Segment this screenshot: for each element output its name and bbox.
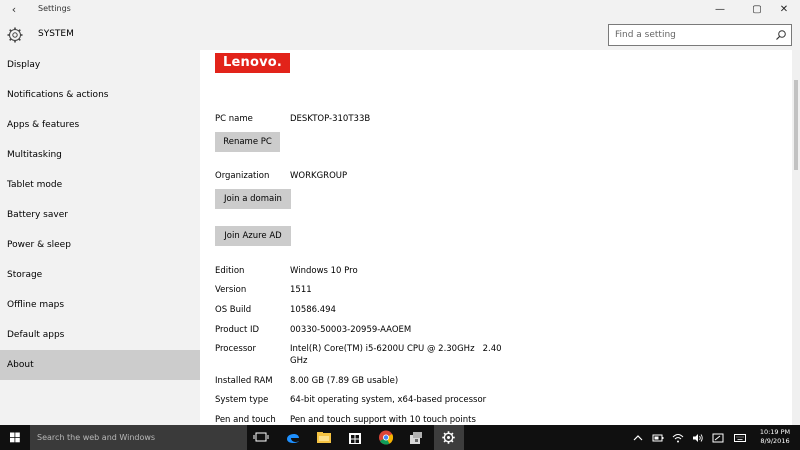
pc-name-label: PC name (215, 114, 253, 124)
join-domain-button[interactable]: Join a domain (215, 189, 291, 209)
product-id-value: 00330-50003-20959-AAOEM (290, 325, 412, 335)
section-title: SYSTEM (38, 29, 74, 39)
battery-icon[interactable] (652, 433, 664, 443)
clock-time: 10:19 PM (759, 428, 791, 436)
search-box[interactable] (608, 24, 792, 46)
app-installer-icon[interactable] (406, 428, 426, 447)
settings-taskbar-button[interactable] (434, 425, 464, 450)
sidebar-item-notifications[interactable]: Notifications & actions (0, 80, 200, 110)
os-build-value: 10586.494 (290, 305, 336, 315)
window-title: Settings (38, 4, 71, 13)
scrollbar-thumb[interactable] (794, 80, 798, 170)
sidebar-item-default-apps[interactable]: Default apps (0, 320, 200, 350)
sidebar-nav: Display Notifications & actions Apps & f… (0, 50, 200, 425)
pen-workspace-icon[interactable] (712, 433, 724, 443)
sidebar-item-power-sleep[interactable]: Power & sleep (0, 230, 200, 260)
sidebar-item-battery-saver[interactable]: Battery saver (0, 200, 200, 230)
organization-value: WORKGROUP (290, 171, 348, 181)
sidebar-item-about[interactable]: About (0, 350, 200, 380)
taskbar-clock[interactable]: 10:19 PM 8/9/2016 (752, 428, 798, 446)
windows-start-icon[interactable] (0, 425, 30, 450)
clock-date: 8/9/2016 (760, 437, 790, 445)
edition-label: Edition (215, 266, 245, 276)
taskbar-search[interactable]: Search the web and Windows (30, 425, 247, 450)
search-input[interactable] (609, 25, 769, 45)
chrome-icon[interactable] (376, 428, 396, 447)
installed-ram-label: Installed RAM (215, 376, 273, 386)
product-id-label: Product ID (215, 325, 260, 335)
sidebar-item-multitasking[interactable]: Multitasking (0, 140, 200, 170)
search-icon[interactable] (775, 29, 787, 41)
keyboard-icon[interactable] (734, 433, 746, 443)
store-icon[interactable] (345, 428, 365, 447)
processor-value: Intel(R) Core(TM) i5-6200U CPU @ 2.30GHz… (290, 344, 502, 354)
system-type-label: System type (215, 395, 269, 405)
volume-icon[interactable] (692, 433, 704, 443)
processor-value-continued: GHz (290, 356, 308, 366)
join-azure-ad-button[interactable]: Join Azure AD (215, 226, 291, 246)
installed-ram-value: 8.00 GB (7.89 GB usable) (290, 376, 399, 386)
wifi-icon[interactable] (672, 433, 684, 443)
about-panel: Lenovo. PC name DESKTOP-310T33B Rename P… (200, 50, 790, 425)
sidebar-item-storage[interactable]: Storage (0, 260, 200, 290)
sidebar-item-display[interactable]: Display (0, 50, 200, 80)
organization-label: Organization (215, 171, 270, 181)
chevron-up-icon[interactable] (632, 433, 644, 443)
task-view-icon[interactable] (251, 428, 271, 447)
settings-header: SYSTEM (0, 20, 800, 50)
edition-value: Windows 10 Pro (290, 266, 358, 276)
rename-pc-button[interactable]: Rename PC (215, 132, 280, 152)
sidebar-item-apps-features[interactable]: Apps & features (0, 110, 200, 140)
lenovo-logo: Lenovo. (215, 53, 290, 73)
edge-icon[interactable] (283, 428, 303, 447)
pen-touch-label: Pen and touch (215, 415, 276, 425)
taskbar: Search the web and Windows 10:19 PM 8/9/… (0, 425, 800, 450)
taskbar-search-text: Search the web and Windows (37, 433, 156, 442)
settings-gear-icon (442, 431, 455, 444)
back-button[interactable]: ‹ (6, 2, 22, 18)
pc-name-value: DESKTOP-310T33B (290, 114, 371, 124)
processor-label: Processor (215, 344, 256, 354)
maximize-button[interactable]: ▢ (747, 2, 767, 18)
sidebar-item-offline-maps[interactable]: Offline maps (0, 290, 200, 320)
file-explorer-icon[interactable] (314, 428, 334, 447)
close-button[interactable]: ✕ (774, 2, 794, 18)
version-label: Version (215, 285, 247, 295)
version-value: 1511 (290, 285, 312, 295)
pen-touch-value: Pen and touch support with 10 touch poin… (290, 415, 476, 425)
content-scrollbar[interactable] (792, 50, 800, 425)
sidebar-item-tablet-mode[interactable]: Tablet mode (0, 170, 200, 200)
minimize-button[interactable]: — (710, 2, 730, 18)
system-type-value: 64-bit operating system, x64-based proce… (290, 395, 487, 405)
gear-icon (7, 27, 23, 43)
title-bar: ‹ Settings — ▢ ✕ (0, 0, 800, 20)
os-build-label: OS Build (215, 305, 252, 315)
